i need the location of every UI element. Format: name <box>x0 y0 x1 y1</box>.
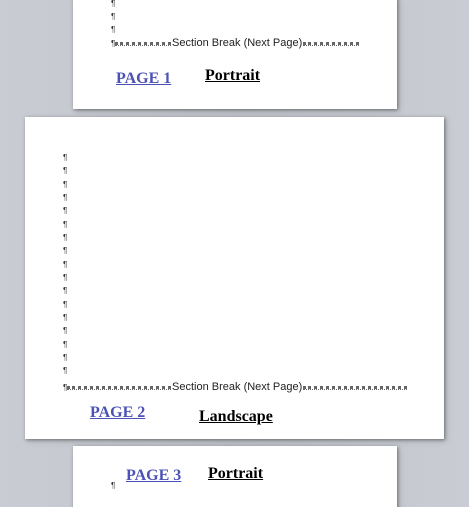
paragraph-mark: ¶ <box>111 0 116 8</box>
paragraph-mark: ¶ <box>63 153 68 162</box>
page-1-link[interactable]: PAGE 1 <box>116 70 171 88</box>
section-break: ¶ Section Break (Next Page) <box>63 381 407 393</box>
paragraph-mark: ¶ <box>63 233 68 242</box>
paragraph-mark: ¶ <box>63 220 68 229</box>
paragraph-mark: ¶ <box>63 300 68 309</box>
paragraph-mark: ¶ <box>63 340 68 349</box>
paragraph-mark: ¶ <box>63 353 68 362</box>
orientation-label: Portrait <box>208 465 264 482</box>
paragraph-mark: ¶ <box>63 166 68 175</box>
paragraph-mark: ¶ <box>111 25 116 34</box>
section-break-label: Section Break (Next Page) <box>172 381 303 393</box>
document-page-2[interactable]: ¶ ¶ ¶ ¶ ¶ ¶ ¶ ¶ ¶ ¶ ¶ ¶ ¶ ¶ ¶ ¶ ¶ ¶ Sect… <box>25 117 444 439</box>
paragraph-mark: ¶ <box>111 481 116 490</box>
page-2-link[interactable]: PAGE 2 <box>90 404 145 422</box>
paragraph-mark: ¶ <box>63 180 68 189</box>
paragraph-mark: ¶ <box>63 273 68 282</box>
page-3-link[interactable]: PAGE 3 <box>126 467 181 485</box>
section-break: ¶ Section Break (Next Page) <box>111 37 359 49</box>
document-page-3[interactable]: PAGE 3 Portrait ¶ <box>73 446 397 507</box>
section-break-line <box>303 385 407 390</box>
paragraph-mark: ¶ <box>63 193 68 202</box>
paragraph-mark: ¶ <box>63 286 68 295</box>
paragraph-mark: ¶ <box>63 313 68 322</box>
paragraph-mark: ¶ <box>63 206 68 215</box>
paragraph-mark: ¶ <box>111 12 116 21</box>
orientation-label: Portrait <box>205 67 261 84</box>
paragraph-mark: ¶ <box>63 260 68 269</box>
paragraph-mark: ¶ <box>63 246 68 255</box>
section-break-line <box>303 41 359 46</box>
section-break-label: Section Break (Next Page) <box>172 37 303 49</box>
orientation-label: Landscape <box>199 408 273 425</box>
paragraph-mark: ¶ <box>63 366 68 375</box>
paragraph-mark: ¶ <box>63 326 68 335</box>
section-break-line <box>115 41 172 46</box>
section-break-line <box>67 385 172 390</box>
document-page-1[interactable]: ¶ ¶ ¶ ¶ Section Break (Next Page) PAGE 1… <box>73 0 397 109</box>
